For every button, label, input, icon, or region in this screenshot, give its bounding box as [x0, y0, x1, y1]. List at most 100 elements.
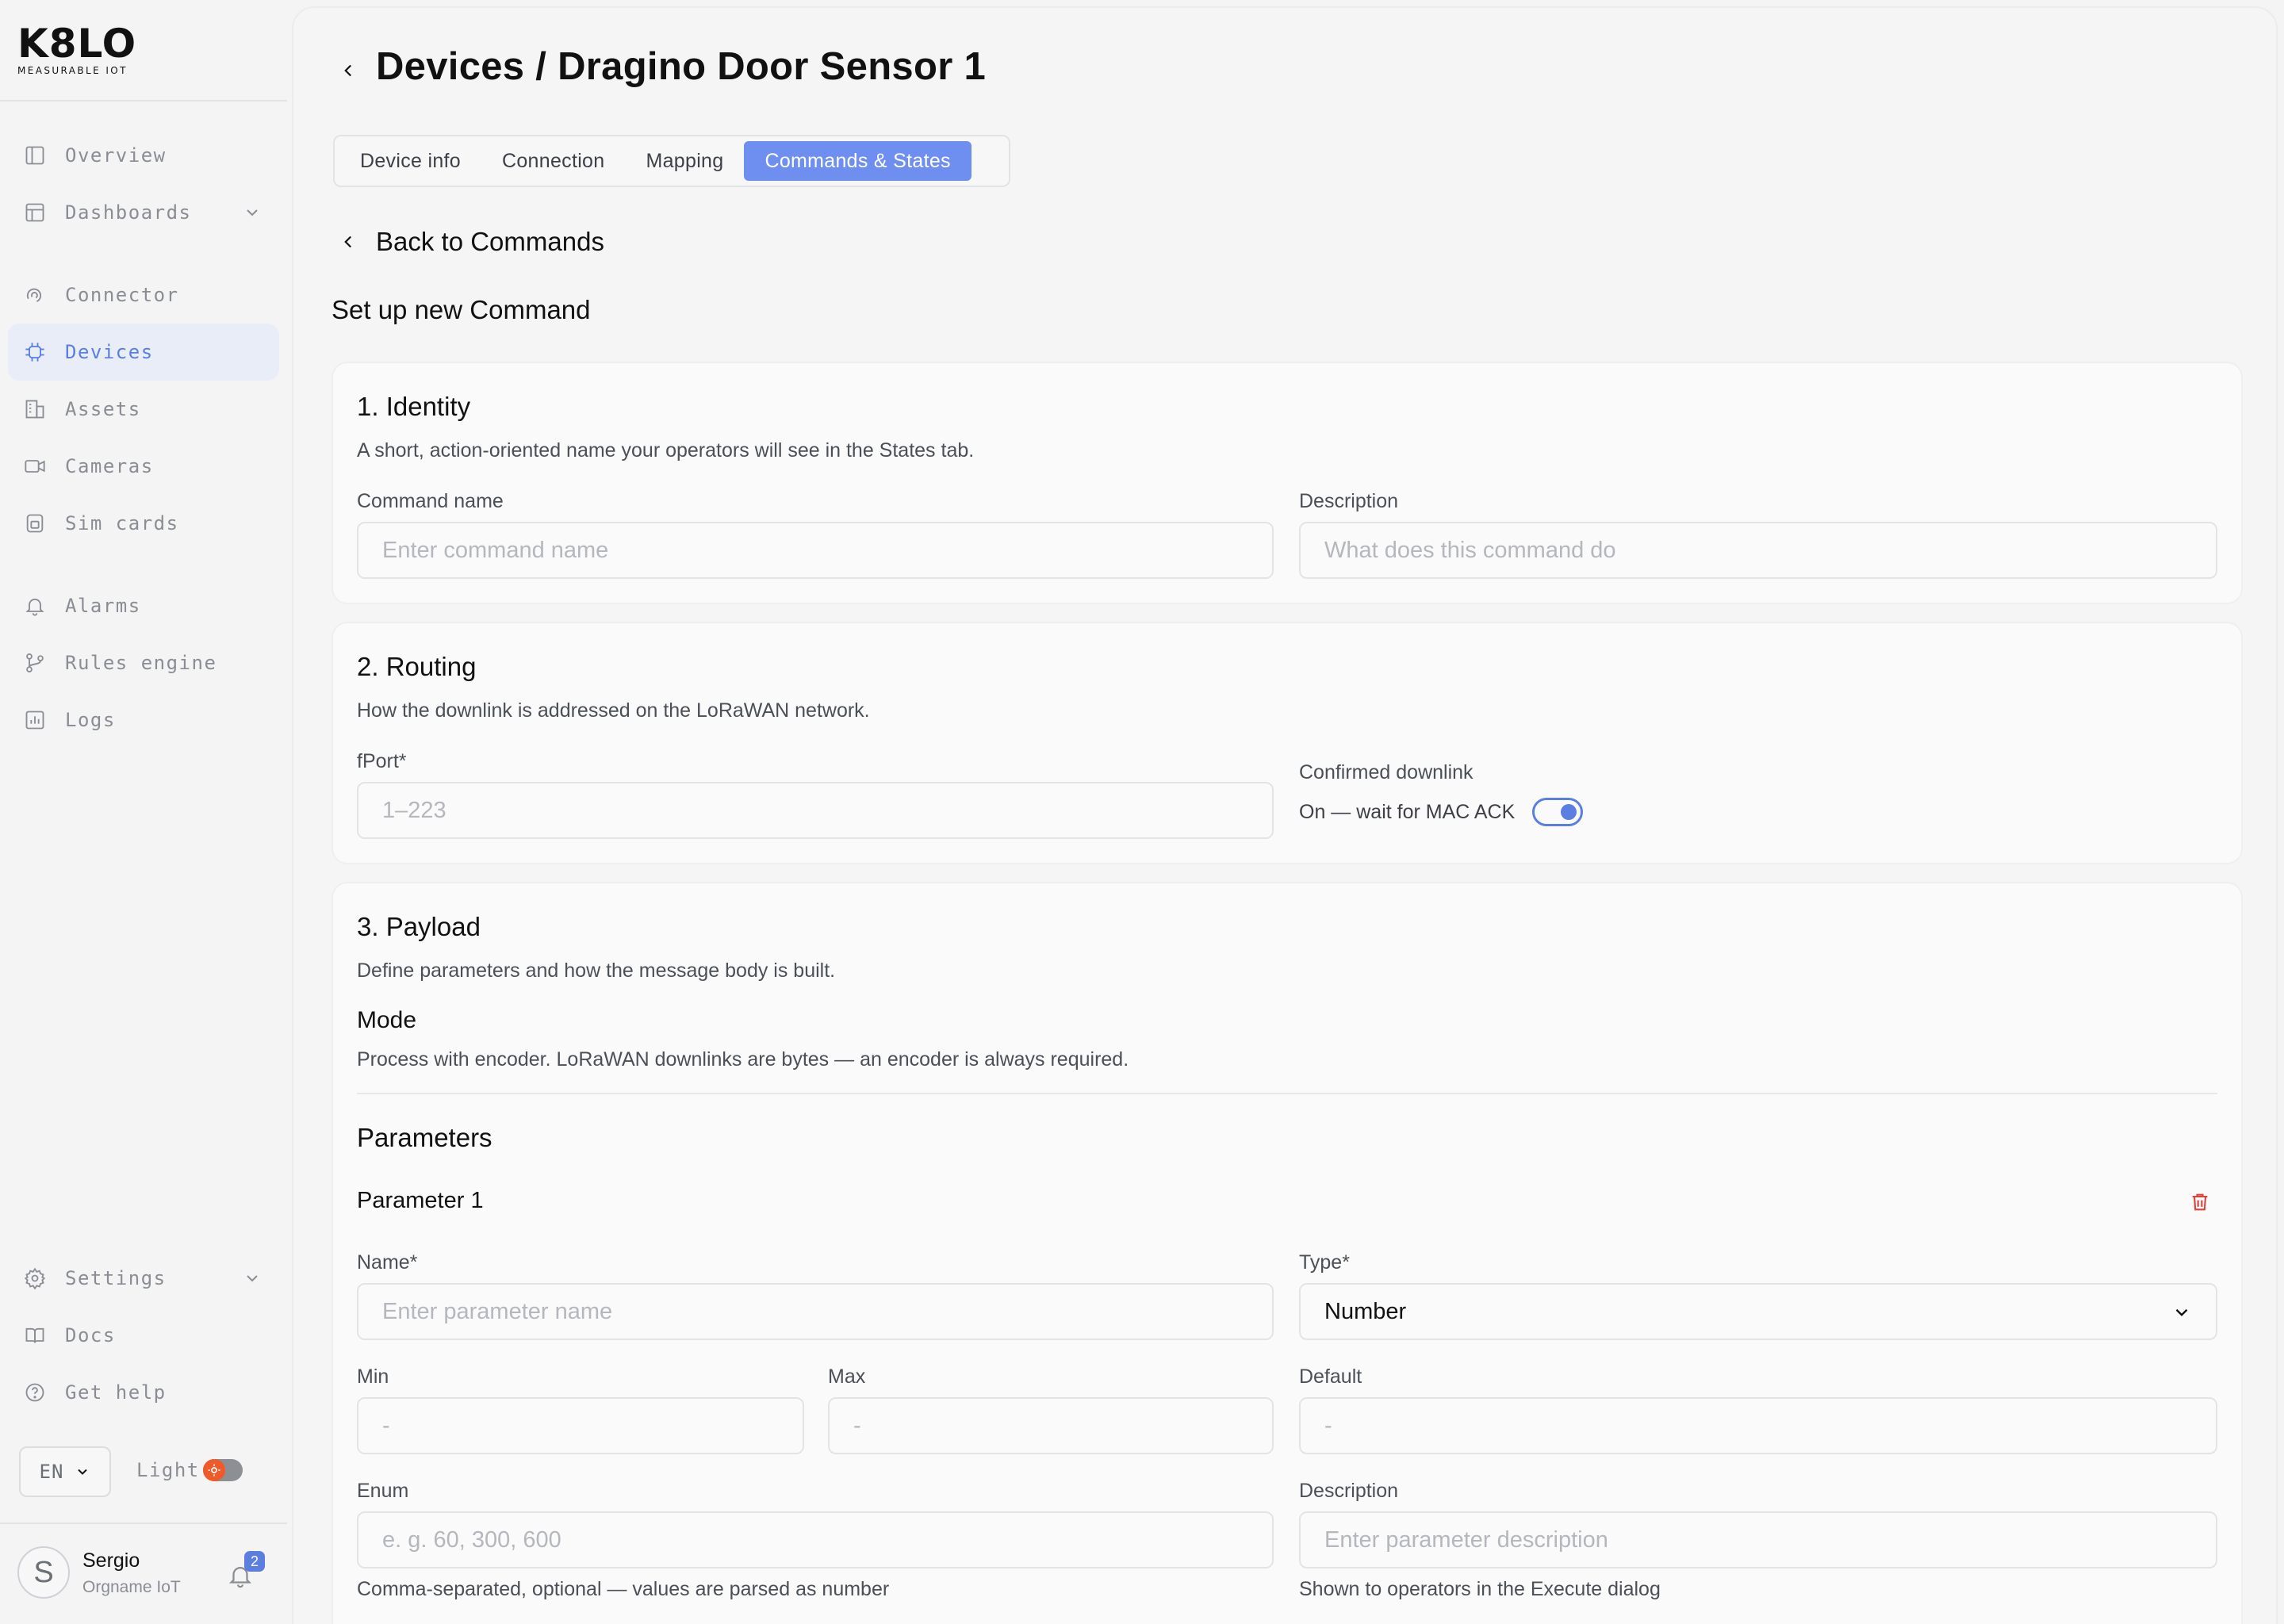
- payload-card: 3. Payload Define parameters and how the…: [331, 882, 2243, 1624]
- theme-toggle[interactable]: [203, 1459, 243, 1481]
- theme-label: Light: [136, 1459, 200, 1481]
- param-default-input[interactable]: [1299, 1397, 2217, 1454]
- sidebar-item-settings[interactable]: Settings: [8, 1250, 279, 1307]
- sidebar-item-label: Logs: [65, 709, 116, 731]
- layout-icon: [24, 144, 46, 167]
- param-description-help: Shown to operators in the Execute dialog: [1299, 1578, 1661, 1600]
- chevron-down-icon[interactable]: [243, 1269, 262, 1288]
- param-max-label: Max: [828, 1365, 866, 1388]
- notification-badge: 2: [244, 1551, 265, 1572]
- user-profile[interactable]: S Sergio Orgname IoT 2: [17, 1546, 279, 1602]
- chip-icon: [24, 341, 46, 363]
- sidebar-item-docs[interactable]: Docs: [8, 1307, 279, 1364]
- git-branch-icon: [24, 652, 46, 674]
- identity-subtitle: A short, action-oriented name your opera…: [357, 439, 975, 462]
- avatar[interactable]: S: [17, 1546, 70, 1599]
- command-description-input[interactable]: [1299, 522, 2217, 579]
- back-chevron-icon[interactable]: [338, 60, 358, 81]
- routing-title: 2. Routing: [357, 652, 477, 681]
- sidebar-item-assets[interactable]: Assets: [8, 381, 279, 438]
- param-name-label: Name*: [357, 1251, 418, 1274]
- sidebar-item-connector[interactable]: Connector: [8, 266, 279, 324]
- fport-input[interactable]: [357, 782, 1274, 839]
- sidebar-item-label: Settings: [65, 1267, 167, 1289]
- user-org: Orgname IoT: [82, 1578, 181, 1596]
- toggle-knob: [1561, 804, 1577, 820]
- confirmed-downlink-label: Confirmed downlink: [1299, 761, 1473, 783]
- sidebar-item-label: Docs: [65, 1324, 116, 1346]
- sidebar-item-cameras[interactable]: Cameras: [8, 438, 279, 495]
- param-description-input[interactable]: [1299, 1511, 2217, 1568]
- language-value: EN: [39, 1461, 64, 1483]
- logo-tagline: MEASURABLE IOT: [17, 65, 128, 76]
- sidebar-item-dashboards[interactable]: Dashboards: [8, 184, 279, 241]
- sidebar-item-rules-engine[interactable]: Rules engine: [8, 634, 279, 691]
- connector-icon: [24, 284, 46, 306]
- back-chevron-icon[interactable]: [338, 232, 358, 252]
- param-min-input[interactable]: [357, 1397, 804, 1454]
- description-label: Description: [1299, 490, 1399, 512]
- book-icon: [24, 1324, 46, 1346]
- sidebar-item-alarms[interactable]: Alarms: [8, 577, 279, 634]
- sidebar-item-label: Overview: [65, 144, 167, 167]
- param-max-input[interactable]: [828, 1397, 1274, 1454]
- chevron-down-icon[interactable]: [243, 203, 262, 222]
- dashboard-icon: [24, 201, 46, 224]
- identity-title: 1. Identity: [357, 392, 471, 421]
- sidebar: K8LO MEASURABLE IOT Overview Dashboards …: [0, 0, 290, 1624]
- command-name-input[interactable]: [357, 522, 1274, 579]
- sidebar-item-label: Alarms: [65, 595, 141, 617]
- confirmed-downlink-toggle[interactable]: [1532, 798, 1583, 826]
- param-type-select[interactable]: Number: [1299, 1283, 2217, 1340]
- parameter-title: Parameter 1: [357, 1188, 484, 1213]
- user-name: Sergio: [82, 1549, 140, 1572]
- tab-commands-states[interactable]: Commands & States: [744, 141, 971, 181]
- tab-bar: Device info Connection Mapping Commands …: [333, 135, 1010, 187]
- page-title: Devices / Dragino Door Sensor 1: [376, 45, 987, 88]
- sidebar-item-label: Dashboards: [65, 201, 192, 224]
- main-panel: Devices / Dragino Door Sensor 1 Device i…: [292, 6, 2278, 1624]
- identity-card: 1. Identity A short, action-oriented nam…: [331, 362, 2243, 604]
- gear-icon: [24, 1267, 46, 1289]
- back-to-commands-link[interactable]: Back to Commands: [376, 227, 604, 257]
- section-divider: [357, 1093, 2217, 1094]
- bell-icon: [24, 595, 46, 617]
- param-type-value: Number: [1324, 1298, 1407, 1324]
- param-enum-label: Enum: [357, 1480, 409, 1502]
- language-select[interactable]: EN: [19, 1446, 111, 1497]
- command-name-label: Command name: [357, 490, 504, 512]
- sidebar-item-label: Assets: [65, 398, 141, 420]
- tab-device-info[interactable]: Device info: [339, 141, 481, 181]
- tab-mapping[interactable]: Mapping: [625, 141, 744, 181]
- param-name-input[interactable]: [357, 1283, 1274, 1340]
- building-icon: [24, 398, 46, 420]
- fport-label: fPort*: [357, 750, 407, 772]
- routing-subtitle: How the downlink is addressed on the LoR…: [357, 699, 870, 722]
- payload-title: 3. Payload: [357, 912, 481, 941]
- sidebar-divider: [0, 100, 287, 102]
- brand-logo[interactable]: K8LO MEASURABLE IOT: [17, 24, 136, 76]
- param-enum-input[interactable]: [357, 1511, 1274, 1568]
- camera-icon: [24, 455, 46, 477]
- help-icon: [24, 1381, 46, 1404]
- sidebar-item-get-help[interactable]: Get help: [8, 1364, 279, 1421]
- confirmed-downlink-text: On — wait for MAC ACK: [1299, 801, 1516, 823]
- form-title: Set up new Command: [331, 295, 591, 324]
- sidebar-item-sim-cards[interactable]: Sim cards: [8, 495, 279, 552]
- sidebar-divider: [0, 1522, 287, 1524]
- sidebar-item-overview[interactable]: Overview: [8, 127, 279, 184]
- param-enum-help: Comma-separated, optional — values are p…: [357, 1578, 890, 1600]
- sidebar-item-label: Connector: [65, 284, 179, 306]
- chart-icon: [24, 709, 46, 731]
- sidebar-item-label: Get help: [65, 1381, 167, 1404]
- chevron-down-icon: [78, 1469, 88, 1475]
- delete-parameter-icon[interactable]: [2189, 1191, 2211, 1213]
- sidebar-item-devices[interactable]: Devices: [8, 324, 279, 381]
- sidebar-item-logs[interactable]: Logs: [8, 691, 279, 749]
- param-description-label: Description: [1299, 1480, 1399, 1502]
- tab-connection[interactable]: Connection: [481, 141, 625, 181]
- sidebar-item-label: Devices: [65, 341, 154, 363]
- sidebar-item-label: Cameras: [65, 455, 154, 477]
- param-default-label: Default: [1299, 1365, 1362, 1388]
- param-min-label: Min: [357, 1365, 389, 1388]
